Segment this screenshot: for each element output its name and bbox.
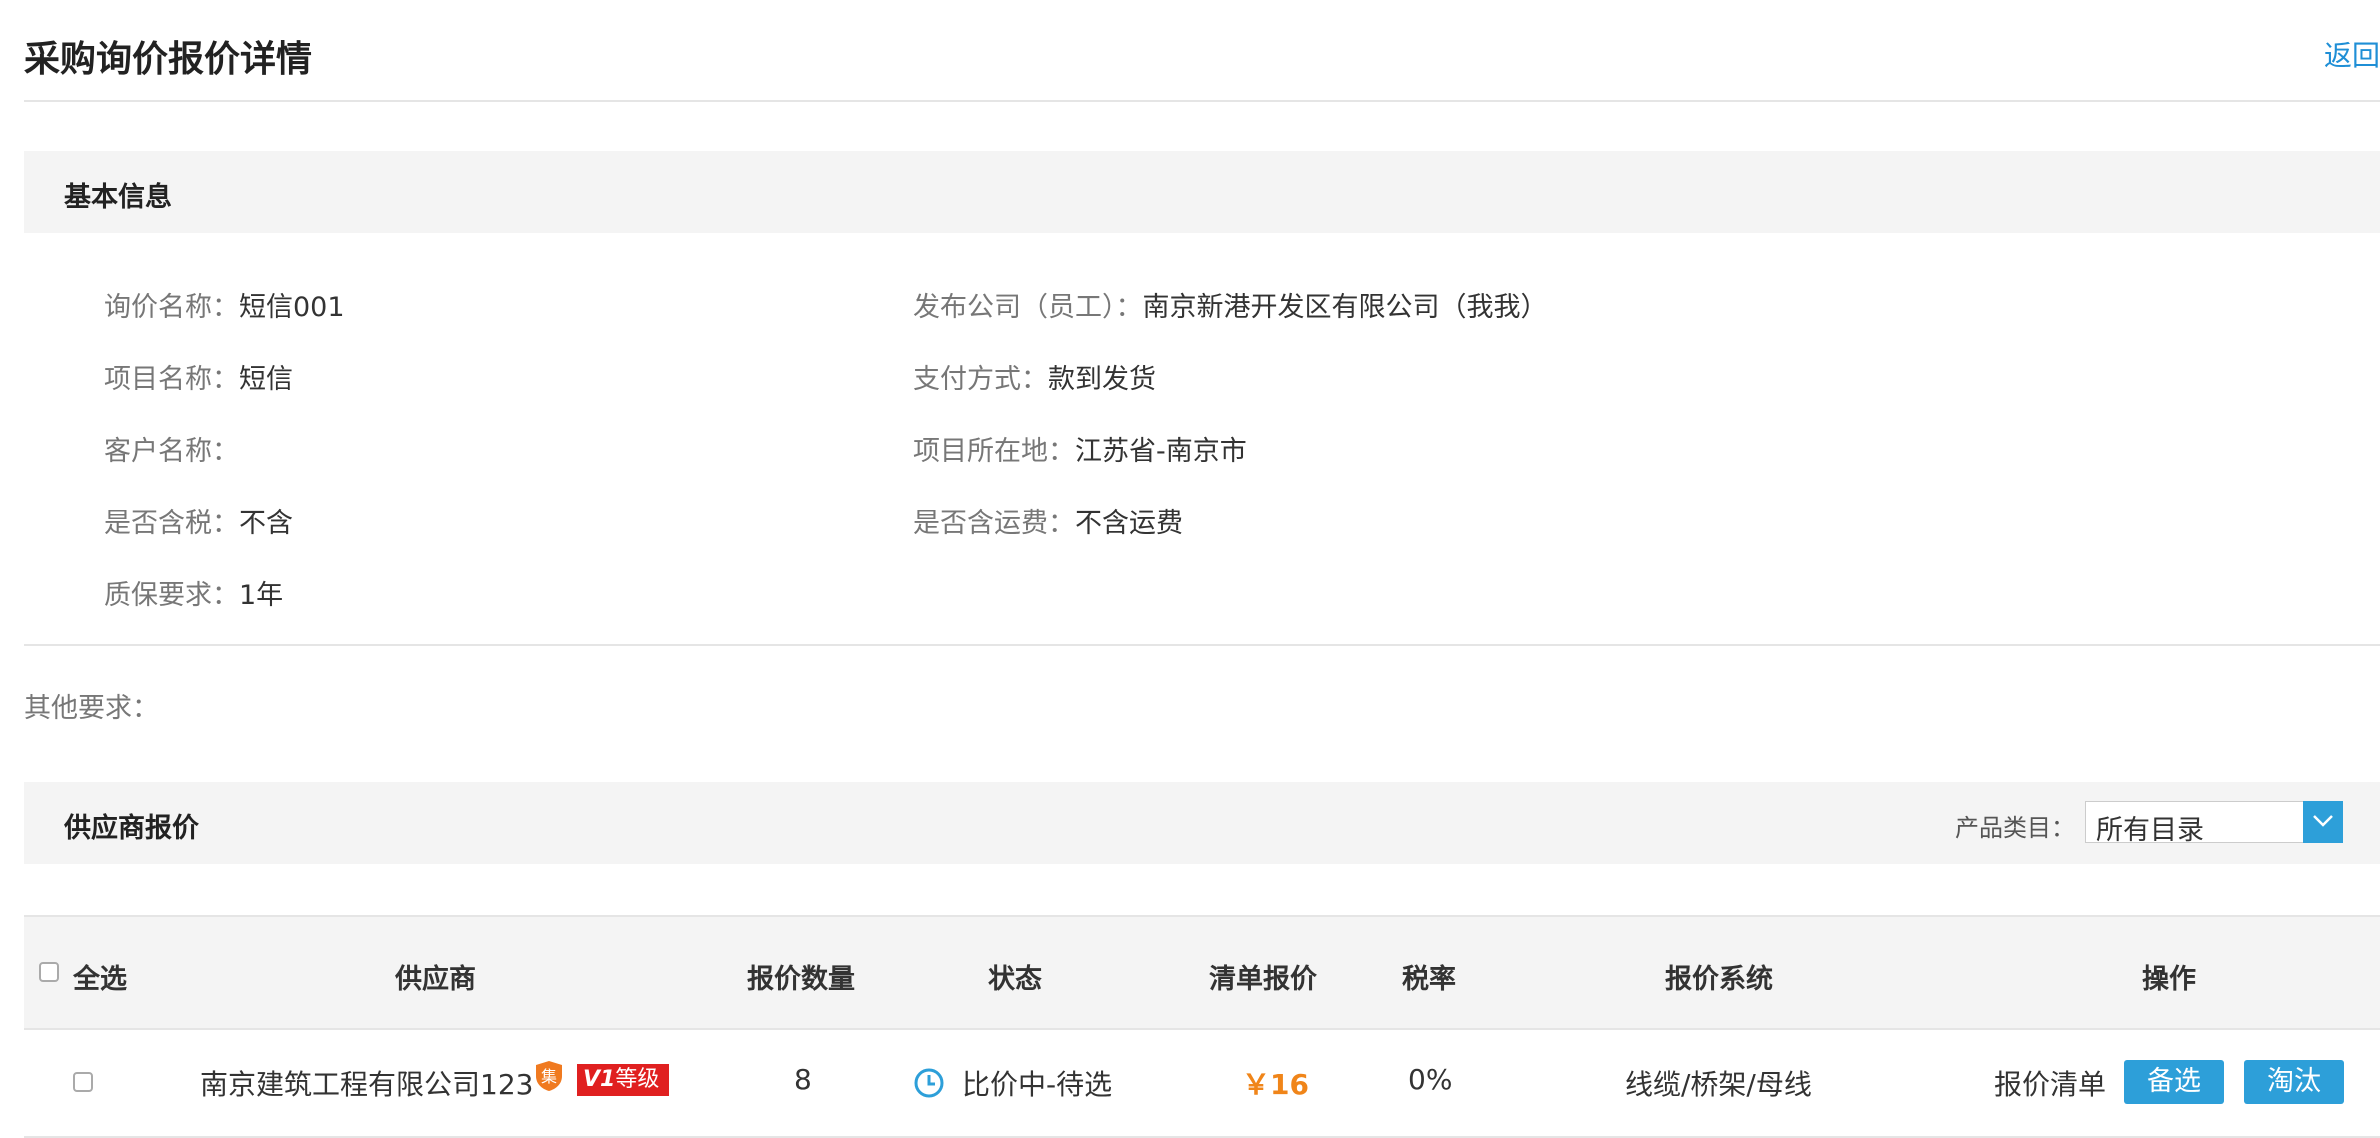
level-badge-text: 等级: [615, 1067, 660, 1092]
info-tax-included: 是否含税：不含: [104, 501, 293, 540]
other-requirements-label: 其他要求：: [24, 693, 159, 724]
column-tax-rate: 税率: [1402, 964, 1456, 995]
info-label: 项目所在地：: [913, 436, 1075, 467]
quote-list-link[interactable]: 报价清单: [1994, 1063, 2106, 1103]
info-label: 项目名称：: [104, 364, 239, 395]
row-checkbox[interactable]: [73, 1072, 93, 1092]
level-badge: V1等级: [577, 1064, 669, 1096]
info-label: 发布公司（员工）：: [913, 292, 1143, 323]
info-label: 客户名称：: [104, 436, 239, 467]
info-value: 南京新港开发区有限公司（我我）: [1142, 292, 1548, 323]
column-actions: 操作: [2142, 964, 2196, 995]
info-customer-name: 客户名称：: [104, 429, 239, 468]
info-value: 不含: [239, 508, 293, 539]
info-inquiry-name: 询价名称：短信001: [104, 285, 345, 324]
page-header: 采购询价报价详情 返回: [24, 0, 2380, 102]
product-category-value: 所有目录: [2096, 815, 2204, 846]
column-list-price: 清单报价: [1209, 964, 1317, 995]
info-label: 是否含税：: [104, 508, 239, 539]
chevron-down-icon[interactable]: [2303, 801, 2343, 843]
info-freight-included: 是否含运费：不含运费: [913, 501, 1183, 540]
quotes-table-header: 全选 供应商 报价数量 状态 清单报价 税率 报价系统 操作: [24, 915, 2380, 1030]
basic-info-title: 基本信息: [64, 182, 172, 213]
info-value: 江苏省-南京市: [1075, 436, 1247, 467]
collective-badge-icon: 集: [534, 1060, 564, 1092]
tax-rate: 0%: [1408, 1063, 1453, 1096]
list-price: ￥16: [1242, 1068, 1309, 1101]
column-supplier: 供应商: [395, 964, 476, 995]
info-warranty: 质保要求：1年: [104, 573, 283, 612]
info-value: 1年: [239, 580, 284, 611]
info-label: 是否含运费：: [913, 508, 1075, 539]
info-label: 支付方式：: [913, 364, 1048, 395]
info-value: 不含运费: [1075, 508, 1183, 539]
back-link[interactable]: 返回: [2324, 34, 2380, 74]
select-all-checkbox[interactable]: [39, 962, 59, 982]
info-publisher: 发布公司（员工）：南京新港开发区有限公司（我我）: [913, 285, 1548, 324]
supplier-name[interactable]: 南京建筑工程有限公司123: [200, 1063, 533, 1103]
clock-icon: [913, 1067, 945, 1099]
table-row: 南京建筑工程有限公司123 集 V1等级 8 比价中-待选 ￥16 0% 线缆/…: [24, 1030, 2380, 1138]
page-title: 采购询价报价详情: [24, 39, 313, 80]
column-quote-count: 报价数量: [747, 964, 855, 995]
v1-mark: V1: [583, 1067, 616, 1092]
shortlist-button[interactable]: 备选: [2124, 1060, 2224, 1104]
info-payment-method: 支付方式：款到发货: [913, 357, 1156, 396]
info-value: 短信001: [239, 292, 345, 323]
info-project-location: 项目所在地：江苏省-南京市: [913, 429, 1247, 468]
column-quote-system: 报价系统: [1665, 964, 1773, 995]
status-text: 比价中-待选: [962, 1068, 1113, 1101]
quote-count: 8: [794, 1063, 812, 1096]
column-select-all: 全选: [73, 964, 127, 995]
product-category-label: 产品类目：: [1955, 814, 2075, 842]
badge-ji-text: 集: [541, 1067, 557, 1086]
info-label: 询价名称：: [104, 292, 239, 323]
product-category-select[interactable]: 所有目录: [2085, 801, 2343, 846]
info-label: 质保要求：: [104, 580, 239, 611]
column-status: 状态: [988, 964, 1042, 995]
quote-system: 线缆/桥架/母线: [1625, 1068, 1812, 1101]
section-divider: [24, 644, 2380, 646]
eliminate-button[interactable]: 淘汰: [2244, 1060, 2344, 1104]
info-project-name: 项目名称：短信: [104, 357, 293, 396]
supplier-quotes-title: 供应商报价: [64, 813, 199, 844]
basic-info-section-header: 基本信息: [24, 151, 2380, 233]
info-value: 短信: [239, 364, 293, 395]
info-value: 款到发货: [1048, 364, 1156, 395]
